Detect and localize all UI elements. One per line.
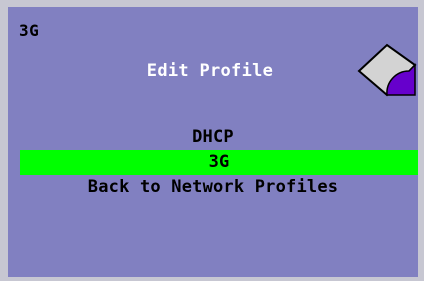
current-profile-label: 3G [19, 21, 40, 40]
menu-item-dhcp[interactable]: DHCP [8, 125, 418, 150]
profile-menu: DHCP 3G Back to Network Profiles [8, 125, 418, 200]
menu-item-3g[interactable]: 3G [20, 150, 418, 175]
profile-settings-icon [357, 43, 417, 97]
page-title: Edit Profile [146, 61, 274, 81]
device-screen: 3G Edit Profile DHCP 3G Back to Network … [8, 7, 418, 277]
menu-item-back-to-network-profiles[interactable]: Back to Network Profiles [8, 175, 418, 200]
